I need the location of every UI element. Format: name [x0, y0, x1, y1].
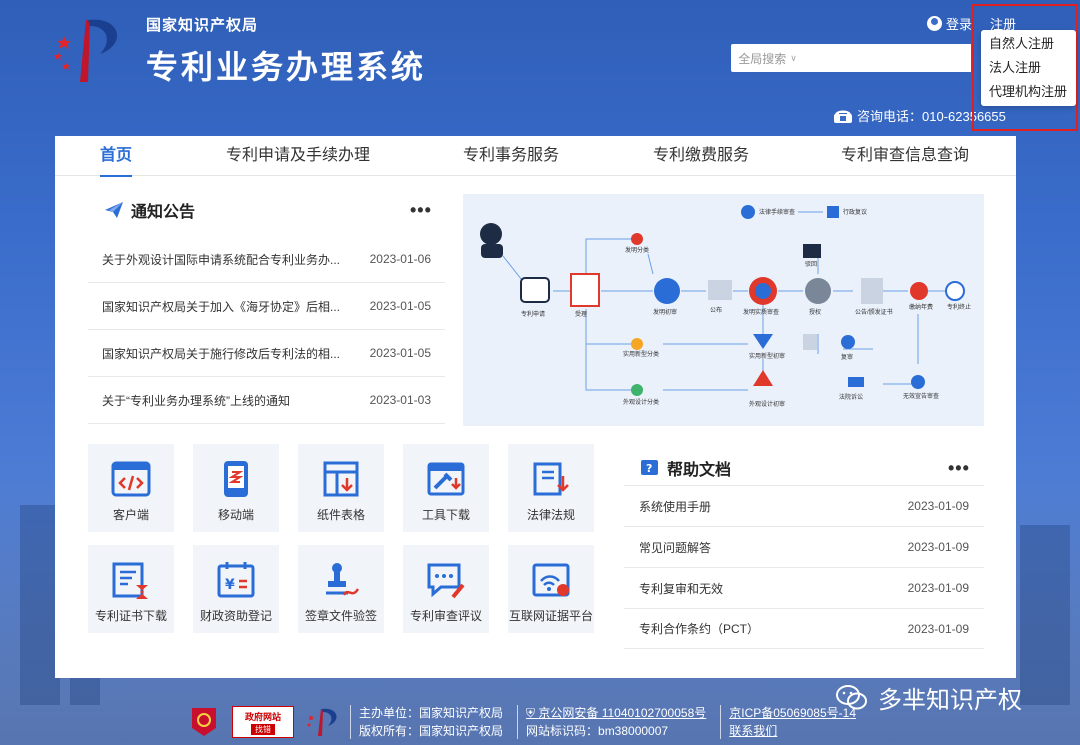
tab-examination-query[interactable]: 专利审查信息查询: [841, 136, 969, 176]
stamp-icon: [326, 563, 360, 596]
svg-text:?: ?: [646, 462, 652, 475]
list-item[interactable]: 专利复审和无效 2023-01-09: [624, 567, 984, 608]
tab-home[interactable]: 首页: [100, 136, 133, 177]
tile-examination-review[interactable]: 专利审查评议: [403, 545, 489, 633]
footer-host-info: 主办单位：国家知识产权局 版权所有：国家知识产权局: [350, 705, 511, 739]
svg-text:实用新型初审: 实用新型初审: [749, 352, 785, 360]
wechat-watermark: 多芈知识产权: [836, 680, 1022, 715]
svg-text:无效宣告审查: 无效宣告审查: [903, 392, 939, 400]
party-emblem-icon: [192, 708, 216, 736]
chevron-down-icon: ∨: [790, 52, 797, 63]
svg-text:受理: 受理: [575, 310, 587, 318]
svg-text:专利终止: 专利终止: [947, 303, 971, 311]
svg-text:实用新型分类: 实用新型分类: [623, 350, 659, 358]
svg-text:缴纳年费: 缴纳年费: [909, 303, 933, 311]
cnipa-logo-icon: [54, 19, 118, 82]
toolbox-icon: [427, 462, 465, 496]
register-legal-person[interactable]: 法人注册: [981, 56, 1076, 80]
register-dropdown: 自然人注册 法人注册 代理机构注册: [981, 30, 1076, 106]
comment-icon: [427, 563, 465, 599]
footer: 政府网站 找错 主办单位：国家知识产权局 版权所有：国家知识产权局 ⛨ 京公网安…: [190, 703, 864, 741]
login-label: 登录: [946, 17, 973, 32]
law-book-icon: [533, 462, 569, 496]
svg-text:公告/颁发证书: 公告/颁发证书: [855, 308, 893, 316]
svg-text:授权: 授权: [809, 308, 821, 316]
list-item[interactable]: 关于外观设计国际申请系统配合专利业务办... 2023-01-06: [88, 236, 445, 283]
tile-mobile[interactable]: 移动端: [193, 444, 279, 532]
tile-certificate-download[interactable]: 专利证书下载: [88, 545, 174, 633]
tab-fees[interactable]: 专利缴费服务: [653, 136, 749, 176]
help-list: 系统使用手册 2023-01-09 常见问题解答 2023-01-09 专利复审和无…: [624, 485, 984, 649]
form-icon: [323, 461, 359, 497]
register-natural-person[interactable]: 自然人注册: [981, 32, 1076, 56]
tab-application[interactable]: 专利申请及手续办理: [226, 136, 370, 176]
tile-paper-forms[interactable]: 纸件表格: [298, 444, 384, 532]
list-item[interactable]: 关于“专利业务办理系统”上线的通知 2023-01-03: [88, 377, 445, 424]
svg-text:行政复议: 行政复议: [843, 208, 867, 216]
tab-affairs[interactable]: 专利事务服务: [463, 136, 559, 176]
rocket-icon: [105, 202, 123, 218]
org-name: 国家知识产权局: [146, 17, 259, 34]
list-item[interactable]: 系统使用手册 2023-01-09: [624, 485, 984, 526]
list-item[interactable]: 常见问题解答 2023-01-09: [624, 526, 984, 567]
patent-process-flowchart: 专利申请 受理 发明初审 公布 发明实质审查 授权 公告/颁发证书 缴纳年费 专…: [463, 194, 984, 426]
notice-more-button[interactable]: •••: [410, 200, 432, 221]
evidence-icon: [532, 563, 570, 597]
notice-header: 通知公告: [103, 198, 195, 222]
list-item[interactable]: 国家知识产权局关于施行修改后专利法的相... 2023-01-05: [88, 330, 445, 377]
main-panel: 首页 专利申请及手续办理 专利事务服务 专利缴费服务 专利审查信息查询 通知公告…: [55, 136, 1016, 678]
svg-text:外观设计分类: 外观设计分类: [623, 398, 659, 406]
svg-text:驳回: 驳回: [805, 260, 817, 268]
gov-error-report-badge[interactable]: 政府网站 找错: [232, 706, 294, 738]
register-agency[interactable]: 代理机构注册: [981, 80, 1076, 104]
funding-icon: ¥: [217, 562, 255, 598]
police-record-link[interactable]: ⛨ 京公网安备 11040102700058号: [526, 705, 706, 721]
main-nav: 首页 专利申请及手续办理 专利事务服务 专利缴费服务 专利审查信息查询: [55, 136, 1016, 177]
search-scope-select[interactable]: 全局搜索 ∨: [731, 44, 804, 72]
wechat-icon: [836, 684, 867, 709]
watermark-text: 多芈知识产权: [878, 687, 1022, 714]
svg-text:外观设计初审: 外观设计初审: [749, 400, 785, 408]
tile-signature-verify[interactable]: 签章文件验签: [298, 545, 384, 633]
svg-text:¥: ¥: [225, 577, 235, 593]
mobile-icon: [224, 461, 248, 497]
svg-text:公布: 公布: [710, 306, 722, 314]
login-link[interactable]: 登录: [927, 14, 972, 33]
help-doc-icon: ?: [641, 460, 658, 475]
svg-text:发明分类: 发明分类: [625, 246, 649, 254]
notice-title: 通知公告: [131, 204, 196, 221]
svg-text:发明初审: 发明初审: [653, 308, 677, 316]
svg-text:法律手续审查: 法律手续审查: [759, 208, 795, 216]
system-title: 专利业务办理系统: [146, 49, 427, 85]
contact-us-link[interactable]: 联系我们: [729, 723, 856, 739]
help-header: ? 帮助文档: [639, 456, 731, 480]
cnipa-footer-logo-icon: [307, 708, 337, 736]
help-title: 帮助文档: [667, 462, 732, 479]
global-search: 全局搜索 ∨: [731, 44, 971, 72]
tile-tool-download[interactable]: 工具下载: [403, 444, 489, 532]
footer-police-info: ⛨ 京公网安备 11040102700058号 网站标识码：bm38000007: [517, 705, 714, 739]
notice-list: 关于外观设计国际申请系统配合专利业务办... 2023-01-06 国家知识产权局…: [88, 236, 445, 424]
user-icon: [927, 16, 942, 31]
tile-laws[interactable]: 法律法规: [508, 444, 594, 532]
svg-text:复审: 复审: [841, 353, 853, 361]
tile-funding-registration[interactable]: ¥ 财政资助登记: [193, 545, 279, 633]
police-badge-icon: ⛨: [526, 706, 539, 720]
list-item[interactable]: 国家知识产权局关于加入《海牙协定》后相... 2023-01-05: [88, 283, 445, 330]
code-window-icon: [111, 461, 151, 497]
phone-icon: [834, 110, 852, 123]
svg-text:专利申请: 专利申请: [521, 310, 545, 318]
tile-client[interactable]: 客户端: [88, 444, 174, 532]
help-more-button[interactable]: •••: [948, 458, 970, 479]
list-item[interactable]: 专利合作条约（PCT） 2023-01-09: [624, 608, 984, 649]
svg-text:发明实质审查: 发明实质审查: [743, 308, 779, 316]
tile-evidence-platform[interactable]: 互联网证据平台: [508, 545, 594, 633]
search-input[interactable]: [804, 44, 971, 72]
certificate-icon: [112, 562, 148, 599]
svg-text:法院诉讼: 法院诉讼: [839, 393, 863, 401]
